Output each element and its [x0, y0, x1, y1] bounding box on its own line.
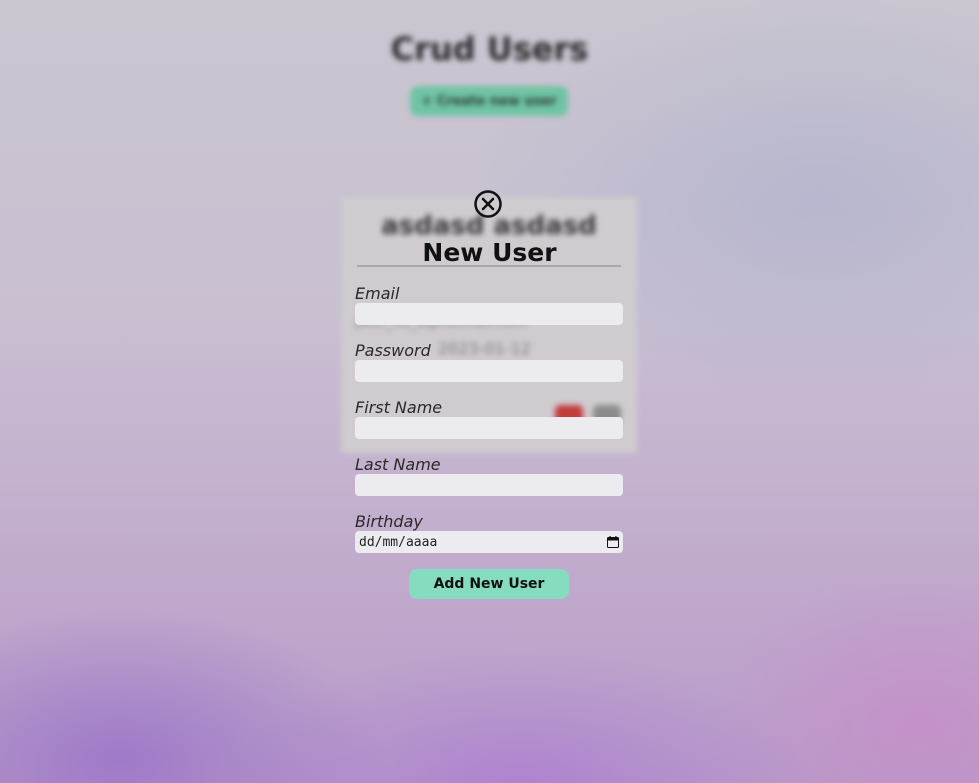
add-new-user-label: Add New User — [433, 576, 545, 592]
password-field[interactable] — [355, 360, 623, 382]
birthday-placeholder: dd/mm/aaaa — [359, 534, 438, 550]
password-label: Password — [355, 341, 431, 360]
form-divider — [357, 265, 621, 267]
birthday-field[interactable]: dd/mm/aaaa — [355, 531, 623, 553]
last-name-label: Last Name — [355, 455, 441, 474]
email-label: Email — [355, 284, 400, 303]
close-icon[interactable] — [474, 190, 502, 218]
add-new-user-button[interactable]: Add New User — [409, 569, 569, 599]
first-name-label: First Name — [355, 398, 443, 417]
form-title: New User — [422, 238, 557, 267]
calendar-icon[interactable] — [607, 536, 619, 548]
first-name-field[interactable] — [355, 417, 623, 439]
new-user-modal: New User Email Password First Name Last … — [0, 0, 979, 783]
last-name-field[interactable] — [355, 474, 623, 496]
email-field[interactable] — [355, 303, 623, 325]
birthday-label: Birthday — [355, 512, 423, 531]
